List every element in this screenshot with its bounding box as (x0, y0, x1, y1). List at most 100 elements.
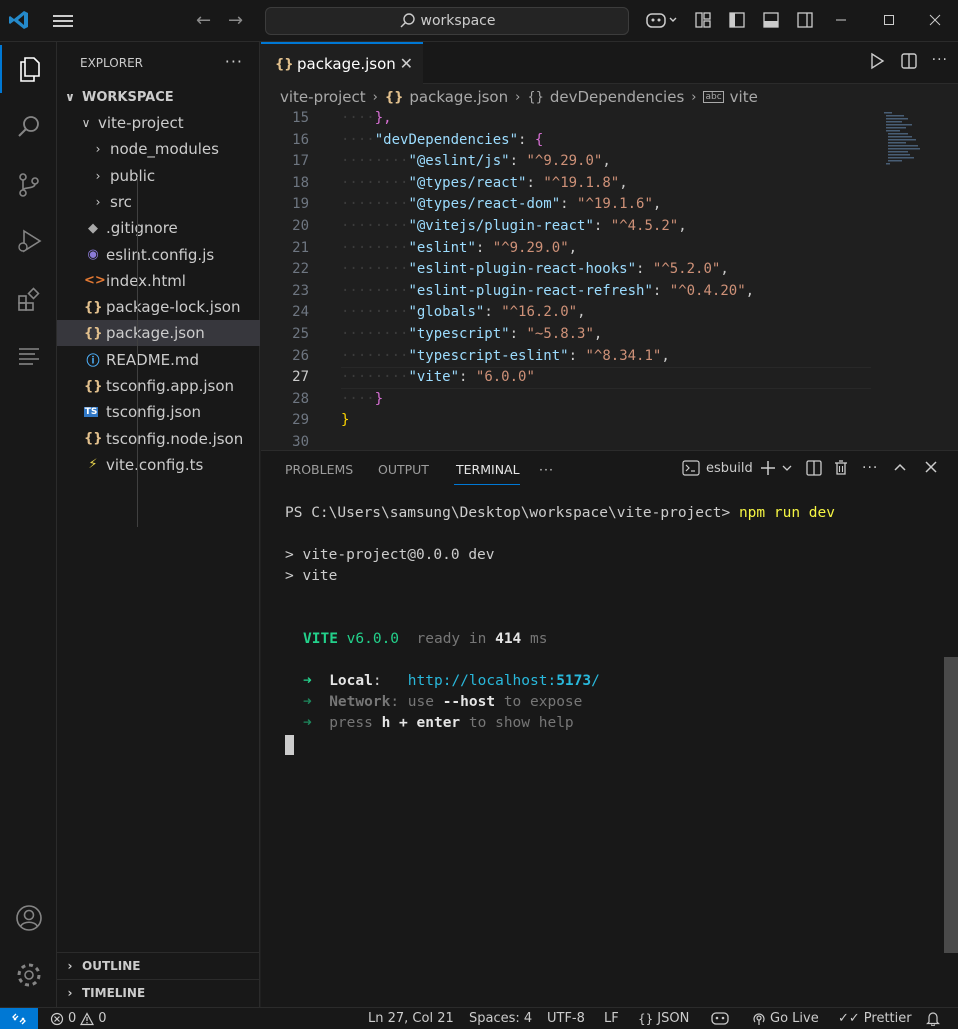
tab-problems[interactable]: PROBLEMS (285, 462, 353, 477)
tree-folder-item[interactable]: › src (57, 189, 260, 215)
forward-arrow-icon[interactable]: → (228, 10, 243, 31)
breadcrumb-item[interactable]: vite (730, 88, 758, 106)
explorer-more-actions[interactable]: ··· (225, 52, 243, 71)
outline-section[interactable]: › OUTLINE (57, 952, 260, 979)
tree-file-item[interactable]: ⚡ vite.config.ts (57, 452, 260, 478)
editor-tab-bar: {} package.json ✕ ··· (261, 42, 958, 84)
run-icon[interactable] (868, 52, 886, 74)
code-line: 27 ········"vite": "6.0.0" (261, 367, 881, 390)
copilot-status[interactable] (711, 1011, 729, 1025)
tab-package-json[interactable]: {} package.json ✕ (261, 42, 423, 84)
panel-more-icon[interactable]: ··· (539, 462, 554, 477)
tree-file-item[interactable]: ◉ eslint.config.js (57, 242, 260, 268)
split-terminal-icon[interactable] (806, 460, 822, 476)
json-brace: } (341, 412, 350, 429)
chevron-down-icon: ∨ (81, 116, 91, 130)
remote-icon (12, 1013, 26, 1024)
end-of-line[interactable]: LF (604, 1011, 619, 1026)
language-mode[interactable]: {} JSON (638, 1011, 689, 1026)
terminal-selector[interactable]: esbuild (682, 460, 753, 476)
tree-file-item[interactable]: TS tsconfig.json (57, 399, 260, 425)
code-line: 19 ········"@types/react-dom": "^19.1.6", (261, 194, 881, 216)
terminal-cursor (285, 735, 294, 755)
tree-file-item[interactable]: ⓘ README.md (57, 347, 260, 373)
minimize-icon[interactable] (818, 8, 864, 32)
toggle-panel-icon[interactable] (760, 9, 782, 31)
tree-item-label: vite-project (98, 114, 184, 132)
chevron-down-icon[interactable] (782, 463, 792, 473)
customize-layout-icon[interactable] (692, 9, 714, 31)
command-center-search[interactable]: workspace (265, 7, 629, 35)
code-line: 28 ····} (261, 389, 881, 411)
remote-indicator[interactable] (0, 1007, 38, 1029)
tree-file-item[interactable]: <> index.html (57, 268, 260, 294)
split-editor-icon[interactable] (900, 52, 918, 74)
new-terminal-button[interactable] (760, 460, 792, 476)
tree-item-label: vite.config.ts (106, 455, 204, 474)
close-tab-icon[interactable]: ✕ (400, 54, 413, 73)
tab-output[interactable]: OUTPUT (378, 462, 429, 477)
terminal-command: npm run dev (738, 505, 835, 521)
plus-icon (761, 461, 775, 475)
tree-file-item[interactable]: {} package.json (57, 320, 260, 347)
code-line: 18 ········"@types/react": "^19.1.8", (261, 173, 881, 195)
line-number: 27 (292, 369, 309, 386)
maximize-panel-icon[interactable] (893, 460, 907, 474)
problems-status[interactable]: 0 0 (50, 1011, 107, 1026)
toggle-sidebar-icon[interactable] (726, 9, 748, 31)
language-label: JSON (657, 1011, 690, 1026)
chevron-right-icon: › (372, 89, 378, 105)
workspace-root[interactable]: ∨ WORKSPACE (57, 84, 260, 110)
line-number: 25 (292, 326, 309, 342)
toggle-secondary-sidebar-icon[interactable] (794, 9, 816, 31)
go-live-button[interactable]: Go Live (752, 1011, 819, 1026)
panel-more-actions-icon[interactable]: ··· (862, 460, 878, 476)
close-panel-icon[interactable] (924, 460, 938, 474)
outline-icon[interactable] (0, 333, 57, 381)
explorer-icon[interactable] (0, 45, 57, 93)
encoding[interactable]: UTF-8 (547, 1011, 585, 1026)
tree-folder-item[interactable]: › public (57, 163, 260, 189)
extensions-icon[interactable] (0, 276, 57, 324)
terminal-output[interactable]: PS C:\Users\samsung\Desktop\workspace\vi… (285, 503, 835, 755)
back-arrow-icon[interactable]: ← (196, 10, 211, 31)
tree-file-item[interactable]: {} tsconfig.node.json (57, 426, 260, 452)
json-key: @eslint/js (416, 153, 502, 170)
search-icon[interactable] (0, 103, 57, 151)
close-icon[interactable] (912, 8, 958, 32)
tree-file-item[interactable]: {} tsconfig.app.json (57, 373, 260, 399)
local-url[interactable]: http://localhost:5173/ (408, 673, 600, 689)
code-editor[interactable]: 15 ····}, 16 ····"devDependencies": {17 ····… (261, 110, 958, 450)
chevron-right-icon: › (95, 142, 101, 157)
maximize-icon[interactable] (866, 8, 912, 32)
timeline-section[interactable]: › TIMELINE (57, 979, 260, 1006)
press-text: press (329, 715, 373, 731)
manage-gear-icon[interactable] (0, 951, 57, 999)
run-debug-icon[interactable] (0, 217, 57, 265)
tab-terminal[interactable]: TERMINAL (456, 462, 520, 477)
prettier-status[interactable]: ✓✓ Prettier (838, 1011, 912, 1026)
json-brace: }, (374, 110, 392, 126)
breadcrumb-item[interactable]: vite-project (280, 88, 366, 106)
json-value: ^0.4.20 (678, 282, 738, 299)
cursor-position[interactable]: Ln 27, Col 21 (368, 1011, 454, 1026)
json-key: eslint-plugin-react-hooks (416, 261, 628, 278)
copilot-icon[interactable] (644, 9, 680, 31)
minimap[interactable] (882, 110, 934, 170)
kill-terminal-icon[interactable] (833, 460, 849, 476)
json-value: ^4.5.2 (619, 218, 670, 234)
accounts-icon[interactable] (0, 894, 57, 942)
tree-file-item[interactable]: ◆ .gitignore (57, 215, 260, 241)
menu-icon[interactable] (52, 11, 74, 31)
source-control-icon[interactable] (0, 161, 57, 209)
tree-folder-item[interactable]: ∨ vite-project (57, 110, 260, 136)
notifications-bell-icon[interactable] (926, 1011, 940, 1026)
terminal-scrollbar[interactable] (944, 657, 958, 953)
tree-file-item[interactable]: {} package-lock.json (57, 294, 260, 320)
breadcrumb-item[interactable]: package.json (409, 88, 508, 106)
json-comma: , (593, 326, 603, 342)
more-actions-icon[interactable]: ··· (932, 52, 948, 74)
tree-folder-item[interactable]: › node_modules (57, 136, 260, 162)
indentation[interactable]: Spaces: 4 (469, 1011, 532, 1026)
breadcrumb-item[interactable]: devDependencies (550, 88, 684, 106)
